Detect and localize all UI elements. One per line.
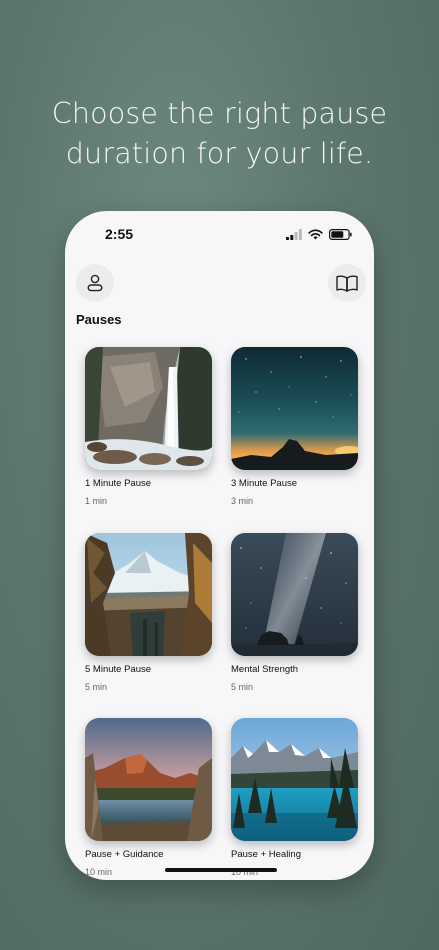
book-icon bbox=[336, 275, 358, 292]
pause-duration: 1 min bbox=[85, 496, 108, 506]
pause-card[interactable]: 1 Minute Pause 1 min bbox=[85, 347, 212, 506]
pause-card[interactable]: 3 Minute Pause 3 min bbox=[231, 347, 358, 506]
person-icon bbox=[87, 274, 103, 292]
pause-thumbnail-night-sky bbox=[231, 347, 358, 470]
pause-duration: 3 min bbox=[231, 496, 254, 506]
pause-title: Pause + Healing bbox=[231, 849, 301, 860]
wifi-icon bbox=[308, 228, 323, 239]
profile-button[interactable] bbox=[76, 264, 114, 302]
pause-card[interactable]: Pause + Healing 10 min bbox=[231, 718, 358, 877]
pause-title: Mental Strength bbox=[231, 664, 299, 675]
pause-card[interactable]: 5 Minute Pause 5 min bbox=[85, 533, 212, 692]
pause-title: 1 Minute Pause bbox=[85, 478, 152, 489]
pause-thumbnail-waterfall bbox=[85, 347, 212, 470]
cellular-signal-icon bbox=[286, 228, 302, 240]
library-button[interactable] bbox=[328, 264, 366, 302]
pause-title: 3 Minute Pause bbox=[231, 478, 298, 489]
pause-title: 5 Minute Pause bbox=[85, 664, 152, 675]
pause-card[interactable]: Pause + Guidance 10 min bbox=[85, 718, 212, 877]
headline: Choose the right pause duration for your… bbox=[0, 94, 439, 174]
headline-line-1: Choose the right pause bbox=[51, 97, 388, 130]
pause-title: Pause + Guidance bbox=[85, 849, 164, 860]
pause-duration: 5 min bbox=[231, 682, 254, 692]
pause-thumbnail-mountain-forest bbox=[85, 533, 212, 656]
status-icons bbox=[286, 226, 352, 242]
section-title: Pauses bbox=[76, 312, 122, 327]
pause-card[interactable]: Mental Strength 5 min bbox=[231, 533, 358, 692]
pause-thumbnail-turquoise-lake bbox=[231, 718, 358, 841]
pause-thumbnail-milky-way bbox=[231, 533, 358, 656]
home-indicator[interactable] bbox=[165, 868, 277, 872]
status-time: 2:55 bbox=[105, 226, 134, 242]
pause-duration: 5 min bbox=[85, 682, 108, 692]
phone-screen: 2:55 Pauses 1 Minute Pause 1 min 3 Minut… bbox=[65, 211, 374, 880]
pause-thumbnail-red-rock-lake bbox=[85, 718, 212, 841]
headline-line-2: duration for your life. bbox=[65, 137, 374, 170]
battery-icon bbox=[329, 228, 352, 240]
